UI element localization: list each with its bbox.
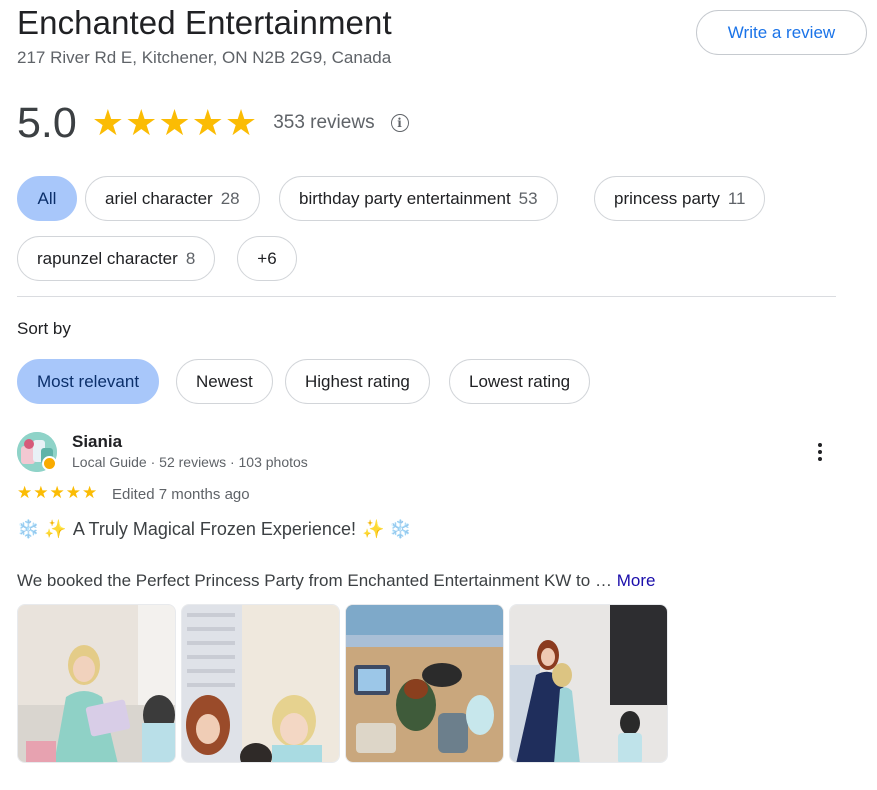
chip-label: princess party: [614, 188, 720, 208]
sort-option-label: Newest: [196, 371, 253, 391]
topic-chip-rapunzel-character[interactable]: rapunzel character 8: [17, 236, 216, 281]
star-icon: ★: [33, 483, 49, 502]
sort-most-relevant[interactable]: Most relevant: [17, 359, 160, 404]
chip-label: birthday party entertainment: [299, 188, 511, 208]
topic-chip-more[interactable]: +6: [237, 236, 297, 281]
sort-highest-rating[interactable]: Highest rating: [285, 359, 430, 404]
divider: [17, 296, 836, 297]
business-title: Enchanted Entertainment: [17, 4, 392, 41]
star-icon: ★: [191, 102, 224, 143]
headline-emoji-right: ✨ ❄️: [361, 519, 412, 539]
star-icon: ★: [125, 102, 158, 143]
star-icon: ★: [91, 102, 125, 143]
topic-chip-ariel-character[interactable]: ariel character 28: [85, 176, 260, 221]
sort-newest[interactable]: Newest: [176, 359, 273, 404]
chip-count: 53: [518, 188, 538, 208]
rating-stars: ★ ★ ★ ★ ★: [92, 105, 257, 141]
review-photo-1[interactable]: [17, 604, 176, 763]
review-count: 353 reviews: [273, 112, 375, 133]
more-options-icon[interactable]: [808, 440, 832, 464]
business-address: 217 River Rd E, Kitchener, ON N2B 2G9, C…: [17, 48, 392, 67]
star-icon: ★: [17, 483, 33, 502]
chip-label: ariel character: [105, 188, 213, 208]
sort-lowest-rating[interactable]: Lowest rating: [449, 359, 591, 404]
review-date: Edited 7 months ago: [112, 486, 250, 503]
chip-label: All: [37, 188, 57, 208]
sort-option-label: Most relevant: [37, 371, 140, 391]
star-icon: ★: [65, 483, 81, 502]
topic-chip-birthday-party-entertainment[interactable]: birthday party entertainment 53: [279, 176, 558, 221]
review-headline: ❄️ ✨ A Truly Magical Frozen Experience! …: [17, 519, 412, 540]
rating-value: 5.0: [17, 98, 77, 147]
star-icon: ★: [49, 483, 65, 502]
review-stars: ★ ★ ★ ★ ★: [17, 484, 97, 501]
review-photo-4[interactable]: [509, 604, 668, 763]
review-text: We booked the Perfect Princess Party fro…: [17, 571, 655, 591]
write-review-button[interactable]: Write a review: [696, 10, 867, 55]
chip-count: 28: [220, 188, 240, 208]
more-link[interactable]: More: [617, 571, 656, 590]
info-icon[interactable]: i: [390, 114, 409, 132]
sort-label: Sort by: [17, 319, 71, 338]
chip-count: 11: [727, 188, 746, 208]
star-icon: ★: [82, 483, 98, 502]
chip-label: rapunzel character: [37, 248, 178, 268]
star-icon: ★: [224, 102, 258, 143]
chip-label: +6: [257, 248, 277, 268]
sort-option-label: Lowest rating: [469, 371, 571, 391]
sort-option-label: Highest rating: [305, 371, 410, 391]
review-photo-3[interactable]: [345, 604, 504, 763]
review-body: We booked the Perfect Princess Party fro…: [17, 571, 612, 590]
review-photo-2[interactable]: [181, 604, 340, 763]
topic-chip-all[interactable]: All: [17, 176, 77, 221]
rating-summary: 5.0 ★ ★ ★ ★ ★ 353 reviews i: [17, 93, 409, 153]
star-icon: ★: [158, 102, 191, 143]
reviewer-meta: Local Guide · 52 reviews · 103 photos: [72, 454, 308, 470]
reviewer-name[interactable]: Siania: [72, 432, 122, 452]
chip-count: 8: [185, 248, 196, 268]
headline-text: A Truly Magical Frozen Experience!: [72, 519, 356, 539]
headline-emoji-left: ❄️ ✨: [17, 519, 67, 539]
local-guide-badge-icon: [42, 456, 57, 471]
topic-chip-princess-party[interactable]: princess party 11: [594, 176, 766, 221]
